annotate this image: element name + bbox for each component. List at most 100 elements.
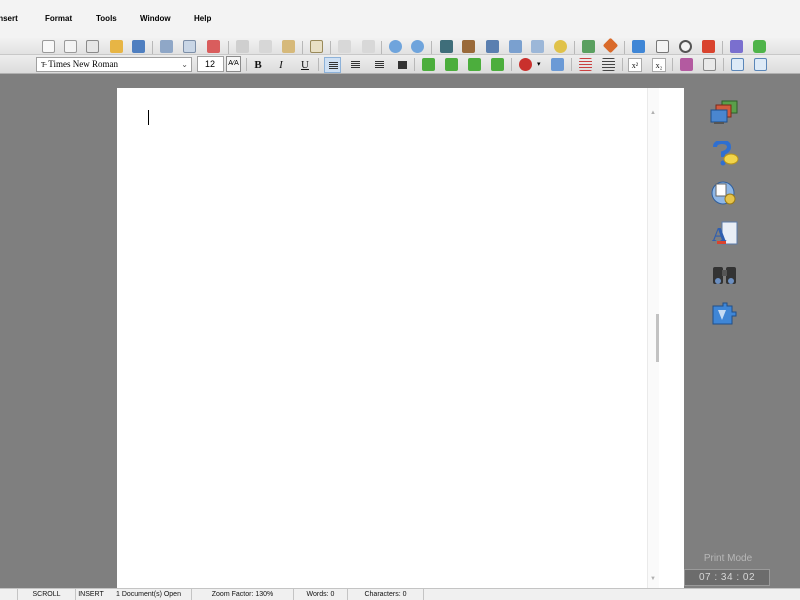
insert-object-icon[interactable] bbox=[486, 40, 499, 53]
indent-right-icon[interactable] bbox=[445, 58, 458, 71]
macro-icon[interactable] bbox=[554, 40, 567, 53]
align-left-icon bbox=[329, 62, 338, 70]
zoom-out-icon[interactable] bbox=[411, 40, 424, 53]
toolbar-separator bbox=[723, 58, 724, 71]
clock-icon[interactable] bbox=[679, 40, 692, 53]
toolbar-separator bbox=[571, 58, 572, 71]
menu-format[interactable]: Format bbox=[45, 14, 72, 23]
status-spacer bbox=[0, 589, 18, 600]
bullet-list-icon[interactable] bbox=[602, 58, 615, 71]
decrease-indent-icon[interactable] bbox=[468, 58, 481, 71]
toolbar-separator bbox=[574, 41, 575, 54]
page-down-icon[interactable] bbox=[754, 58, 767, 71]
status-insert: INSERT bbox=[78, 591, 104, 598]
indent-left-icon[interactable] bbox=[422, 58, 435, 71]
style-icon[interactable] bbox=[680, 58, 693, 71]
calendar-icon[interactable] bbox=[702, 40, 715, 53]
standard-toolbar bbox=[0, 37, 800, 55]
toolbar-separator bbox=[431, 41, 432, 54]
redo-icon[interactable] bbox=[362, 40, 375, 53]
underline-button[interactable]: U bbox=[298, 58, 312, 72]
font-size-stepper[interactable]: A⁄A bbox=[226, 56, 241, 72]
increase-indent-icon[interactable] bbox=[491, 58, 504, 71]
superscript-button[interactable]: x² bbox=[628, 58, 642, 72]
font-color-icon[interactable] bbox=[519, 58, 532, 71]
copy-icon[interactable] bbox=[259, 40, 272, 53]
toolbar-separator bbox=[318, 58, 319, 71]
web-icon[interactable] bbox=[632, 40, 645, 53]
spell-check-icon[interactable] bbox=[207, 40, 220, 53]
toolbar-separator bbox=[381, 41, 382, 54]
subscript-button[interactable]: x₂ bbox=[652, 58, 666, 72]
toolbar-separator bbox=[624, 41, 625, 54]
status-zoom: Zoom Factor: 130% bbox=[192, 589, 294, 600]
font-type-icon: T̶ bbox=[41, 61, 46, 69]
globe-document-icon[interactable] bbox=[710, 180, 740, 206]
email-icon[interactable] bbox=[656, 40, 669, 53]
print-icon[interactable] bbox=[160, 40, 173, 53]
open-folder-icon[interactable] bbox=[110, 40, 123, 53]
align-right-button[interactable] bbox=[371, 57, 388, 73]
desktop-windows-icon[interactable] bbox=[710, 100, 740, 126]
page-up-icon[interactable] bbox=[731, 58, 744, 71]
save-icon[interactable] bbox=[132, 40, 145, 53]
scroll-down-arrow-icon[interactable]: ▼ bbox=[650, 576, 656, 582]
page-gutter bbox=[659, 88, 684, 588]
menu-insert[interactable]: Insert bbox=[0, 14, 18, 23]
justify-icon bbox=[398, 61, 407, 69]
new-template-icon[interactable] bbox=[64, 40, 77, 53]
text-box-icon[interactable] bbox=[703, 58, 716, 71]
mail-merge-icon[interactable] bbox=[582, 40, 595, 53]
binoculars-icon[interactable] bbox=[710, 262, 740, 288]
edit-pencil-icon[interactable] bbox=[310, 40, 323, 53]
status-bar: SCROLL INSERT 1 Document(s) Open Zoom Fa… bbox=[0, 588, 800, 600]
help-question-icon[interactable] bbox=[710, 139, 740, 167]
toolbar-separator bbox=[246, 58, 247, 71]
font-name-select[interactable]: T̶ Times New Roman ⌄ bbox=[36, 57, 192, 72]
align-center-button[interactable] bbox=[347, 57, 364, 73]
menu-tools[interactable]: Tools bbox=[96, 14, 117, 23]
new-document-icon[interactable] bbox=[42, 40, 55, 53]
font-color-dropdown-icon[interactable]: ▾ bbox=[537, 58, 543, 71]
document-page[interactable] bbox=[117, 88, 658, 600]
scroll-up-arrow-icon[interactable]: ▲ bbox=[650, 110, 656, 116]
cut-icon[interactable] bbox=[236, 40, 249, 53]
font-size-input[interactable]: 12 bbox=[197, 56, 224, 72]
menu-help[interactable]: Help bbox=[194, 14, 211, 23]
align-left-button[interactable] bbox=[324, 57, 341, 73]
text-cursor bbox=[148, 110, 149, 125]
film-strip-icon[interactable] bbox=[440, 40, 453, 53]
menu-bar: Insert Format Tools Window Help bbox=[0, 0, 800, 38]
justify-button[interactable] bbox=[394, 57, 411, 73]
insert-picture-icon[interactable] bbox=[462, 40, 475, 53]
numbered-list-icon[interactable] bbox=[579, 58, 592, 71]
toolbar-separator bbox=[511, 58, 512, 71]
insert-frame-icon[interactable] bbox=[531, 40, 544, 53]
print-mode-label[interactable]: Print Mode bbox=[688, 553, 768, 564]
print-preview-icon[interactable] bbox=[183, 40, 196, 53]
zoom-in-icon[interactable] bbox=[389, 40, 402, 53]
toolbar-separator bbox=[228, 41, 229, 54]
toolbar-separator bbox=[722, 41, 723, 54]
toolbar-separator bbox=[414, 58, 415, 71]
status-words: Words: 0 bbox=[294, 589, 348, 600]
window-icon[interactable] bbox=[730, 40, 743, 53]
puzzle-piece-icon[interactable] bbox=[710, 302, 740, 328]
insert-table-icon[interactable] bbox=[509, 40, 522, 53]
status-scroll: SCROLL bbox=[18, 589, 76, 600]
copy-document-icon[interactable] bbox=[86, 40, 99, 53]
bold-button[interactable]: B bbox=[251, 58, 265, 72]
highlight-icon[interactable] bbox=[551, 58, 564, 71]
navigator-icon[interactable] bbox=[602, 37, 619, 54]
italic-button[interactable]: I bbox=[274, 58, 288, 72]
align-right-icon bbox=[375, 61, 384, 69]
toolbar-separator bbox=[152, 41, 153, 54]
vertical-scrollbar[interactable]: ▲ ▼ bbox=[647, 88, 659, 588]
toolbar-separator bbox=[330, 41, 331, 54]
chevron-down-icon[interactable]: ⌄ bbox=[181, 58, 188, 71]
help-icon[interactable] bbox=[753, 40, 766, 53]
menu-window[interactable]: Window bbox=[140, 14, 171, 23]
paste-icon[interactable] bbox=[282, 40, 295, 53]
text-art-icon[interactable]: A bbox=[710, 221, 740, 247]
undo-icon[interactable] bbox=[338, 40, 351, 53]
